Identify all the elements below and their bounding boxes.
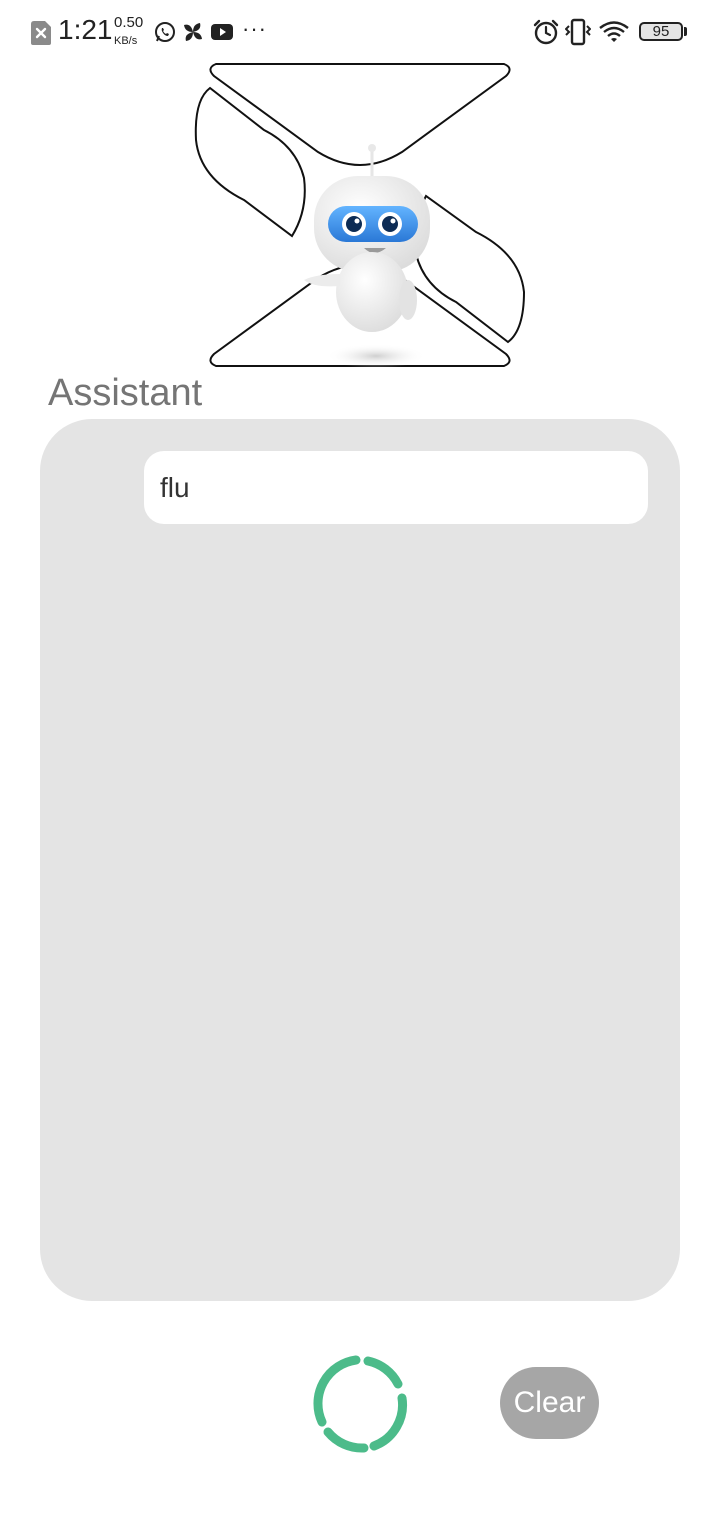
status-bar: 1:21 0.50 KB/s ··· 95: [0, 0, 720, 64]
youtube-icon: [211, 24, 233, 40]
net-speed-unit: KB/s: [114, 35, 138, 47]
whatsapp-icon: [155, 22, 175, 42]
user-message-bubble: flu: [144, 451, 648, 524]
battery-icon: 95: [639, 22, 683, 41]
assistant-avatar: [190, 60, 530, 380]
listening-spinner-icon[interactable]: [308, 1352, 412, 1456]
chat-panel[interactable]: flu: [40, 419, 680, 1301]
pinwheel-app-icon: [184, 23, 202, 41]
battery-tip: [684, 27, 687, 36]
page-title: Assistant: [48, 372, 203, 414]
app-screen: 1:21 0.50 KB/s ··· 95 Assistant flu Clea…: [0, 0, 720, 1520]
alarm-icon: [533, 19, 559, 45]
net-speed-value: 0.50: [114, 14, 144, 31]
clear-button[interactable]: Clear: [500, 1367, 599, 1439]
wifi-icon: [599, 21, 629, 42]
blocked-notification-icon: [31, 21, 51, 45]
more-dots-icon: ···: [242, 16, 267, 41]
robot-illustration: [194, 63, 526, 368]
vibrate-icon: [565, 18, 591, 46]
status-time: 1:21: [58, 14, 113, 45]
battery-level: 95: [652, 23, 670, 40]
